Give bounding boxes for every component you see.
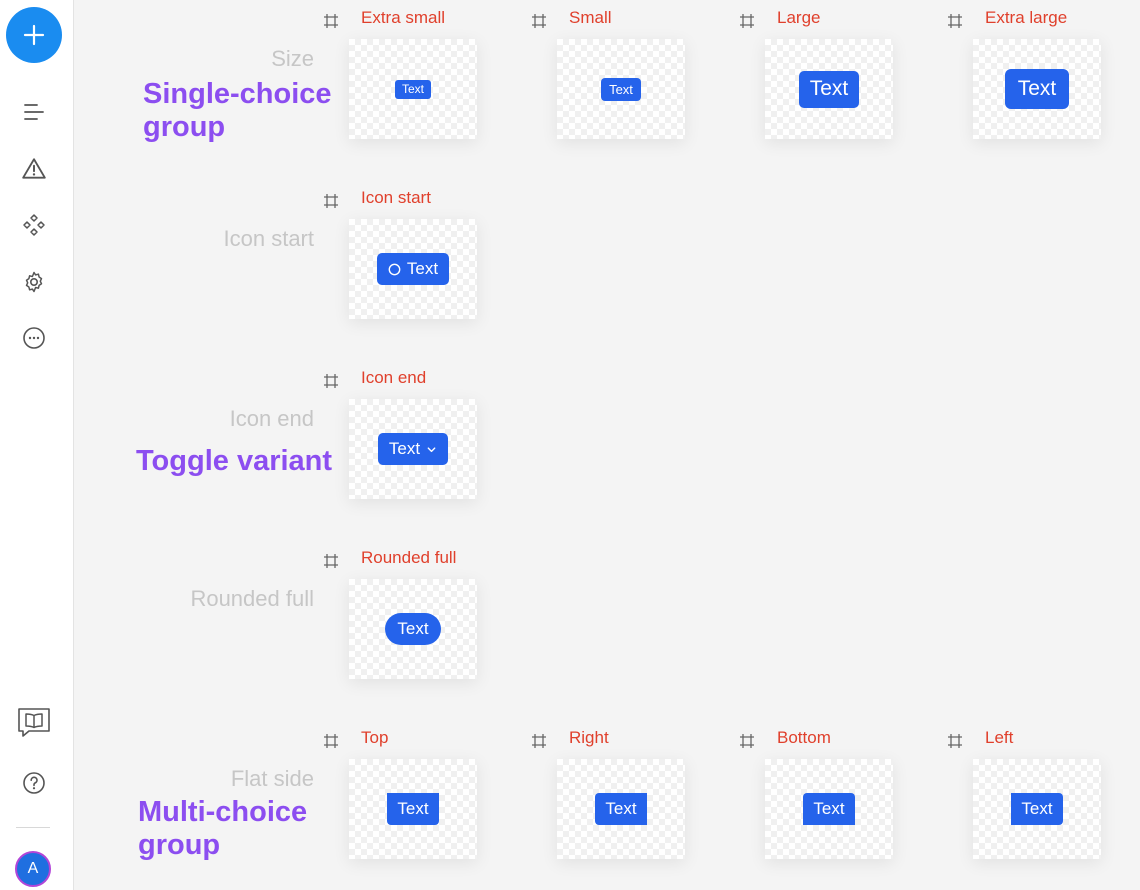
demo-button[interactable]: Text — [601, 77, 641, 101]
settings-button[interactable] — [17, 265, 51, 299]
demo-button[interactable]: Text — [799, 70, 859, 108]
row-label-icon-end: Icon end — [229, 406, 314, 431]
row-label-icon-start: Icon start — [223, 226, 314, 251]
demo-button[interactable]: Text — [377, 433, 449, 465]
book-chat-icon — [18, 708, 50, 737]
frame-icon — [324, 374, 338, 388]
demo-button[interactable]: Text — [385, 613, 441, 645]
demo-button-label: Text — [406, 259, 439, 278]
warning-icon — [22, 158, 46, 179]
frame-icon — [740, 734, 754, 748]
frame-icon — [324, 14, 338, 28]
demo-button[interactable]: Text — [387, 793, 439, 825]
docs-button[interactable] — [17, 706, 51, 740]
frame-icon-start[interactable]: Text — [349, 219, 477, 319]
frame-title: Small — [569, 8, 612, 27]
frame-icon — [532, 14, 546, 28]
frame-title: Rounded full — [361, 548, 457, 567]
demo-button-label: Text — [388, 439, 421, 458]
demo-button[interactable]: Text — [376, 253, 450, 285]
row-label-flat-side: Flat side — [230, 766, 314, 791]
row-label-size: Size — [271, 46, 314, 71]
frame-title: Extra small — [361, 8, 446, 27]
frame-icon — [740, 14, 754, 28]
heading-single-choice: Single-choice group — [143, 78, 332, 143]
circle-icon — [388, 263, 401, 275]
help-button[interactable] — [17, 766, 51, 800]
components-button[interactable] — [17, 208, 51, 242]
row-label-rounded-full: Rounded full — [190, 586, 314, 611]
frame-icon — [324, 194, 338, 208]
demo-button[interactable]: Text — [1005, 69, 1069, 109]
frame-extra-large[interactable]: Text — [973, 39, 1101, 139]
frame-large[interactable]: Text — [765, 39, 893, 139]
gear-icon — [25, 271, 43, 293]
more-button[interactable] — [17, 321, 51, 355]
frame-extra-small[interactable]: Text — [349, 39, 477, 139]
frame-title: Extra large — [985, 8, 1068, 27]
frame-icon — [948, 14, 962, 28]
frame-title: Bottom — [777, 728, 831, 747]
heading-toggle-variant: Toggle variant — [136, 445, 333, 477]
frame-title: Right — [569, 728, 609, 747]
heading-multi-choice: Multi-choice group — [138, 796, 308, 861]
frame-icon — [948, 734, 962, 748]
components-icon — [23, 214, 45, 236]
frame-icon — [324, 734, 338, 748]
sidebar-divider — [16, 827, 50, 828]
frame-title: Left — [985, 728, 1014, 747]
avatar[interactable]: A — [15, 851, 51, 887]
demo-button[interactable]: Text — [1011, 793, 1063, 825]
frame-icon — [324, 554, 338, 568]
demo-button[interactable]: Text — [595, 793, 647, 825]
frame-icon — [532, 734, 546, 748]
frame-flat-bottom[interactable]: Text — [765, 759, 893, 859]
frame-flat-left[interactable]: Text — [973, 759, 1101, 859]
frame-icon-end[interactable]: Text — [349, 399, 477, 499]
demo-button[interactable]: Text — [395, 79, 431, 99]
more-icon — [23, 327, 45, 349]
frame-small[interactable]: Text — [557, 39, 685, 139]
list-icon — [24, 104, 44, 120]
list-button[interactable] — [17, 95, 51, 129]
chevron-down-icon — [427, 446, 436, 452]
demo-button[interactable]: Text — [803, 793, 855, 825]
warning-button[interactable] — [17, 152, 51, 186]
frame-title: Large — [777, 8, 821, 27]
help-icon — [23, 772, 45, 794]
frame-rounded-full[interactable]: Text — [349, 579, 477, 679]
plus-icon — [23, 24, 45, 46]
frame-title: Icon end — [361, 368, 427, 387]
sidebar: A — [0, 0, 74, 890]
add-button[interactable] — [6, 7, 62, 63]
frame-title: Top — [361, 728, 389, 747]
frame-title: Icon start — [361, 188, 431, 207]
frame-flat-top[interactable]: Text — [349, 759, 477, 859]
frame-flat-right[interactable]: Text — [557, 759, 685, 859]
